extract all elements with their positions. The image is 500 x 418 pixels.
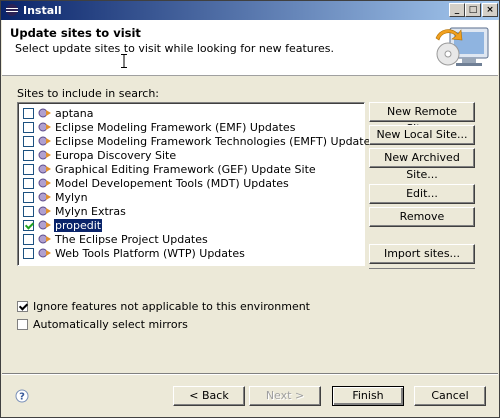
update-site-icon — [38, 248, 51, 258]
cancel-button[interactable]: Cancel — [414, 386, 486, 406]
list-item[interactable]: Eclipse Modeling Framework (EMF) Updates — [23, 120, 296, 134]
eclipse-icon — [6, 4, 18, 16]
import-sites-shadow — [369, 268, 475, 269]
install-dialog: Install _ □ × Update sites to visit Sele… — [0, 0, 500, 418]
site-checkbox[interactable] — [23, 163, 34, 175]
minimize-button[interactable]: _ — [449, 3, 465, 17]
import-sites-button[interactable]: Import sites... — [369, 244, 475, 264]
update-site-icon — [38, 192, 51, 202]
back-button[interactable]: < Back — [173, 386, 245, 406]
site-label: The Eclipse Project Updates — [55, 232, 208, 246]
update-site-icon — [38, 150, 51, 160]
ignore-features-label: Ignore features not applicable to this e… — [33, 300, 310, 313]
window-title: Install — [23, 4, 62, 17]
site-checkbox[interactable] — [23, 121, 34, 133]
update-site-icon — [38, 122, 51, 132]
list-item[interactable]: Model Developement Tools (MDT) Updates — [23, 176, 290, 190]
site-checkbox[interactable] — [23, 177, 34, 189]
site-label: Europa Discovery Site — [55, 148, 177, 162]
header-title: Update sites to visit — [10, 26, 141, 40]
new-remote-site-button[interactable]: New Remote Site... — [369, 102, 475, 135]
site-checkbox[interactable] — [23, 205, 34, 217]
list-item[interactable]: Web Tools Platform (WTP) Updates — [23, 246, 246, 260]
site-checkbox[interactable] — [23, 233, 34, 245]
wizard-header: Update sites to visit Select update site… — [2, 20, 498, 76]
site-label: Web Tools Platform (WTP) Updates — [55, 246, 245, 260]
list-item[interactable]: Mylyn Extras — [23, 204, 127, 218]
header-description: Select update sites to visit while looki… — [15, 42, 335, 55]
site-checkbox[interactable] — [23, 219, 34, 231]
list-item[interactable]: aptana — [23, 106, 95, 120]
help-icon[interactable]: ? — [15, 389, 29, 403]
list-item[interactable]: propedit — [23, 217, 104, 233]
site-label: Mylyn — [55, 190, 88, 204]
site-label: Eclipse Modeling Framework (EMF) Updates — [55, 120, 296, 134]
update-site-icon — [38, 206, 51, 216]
ignore-features-option[interactable]: Ignore features not applicable to this e… — [17, 300, 310, 313]
site-checkbox[interactable] — [23, 107, 34, 119]
list-item[interactable]: Mylyn — [23, 190, 89, 204]
close-button[interactable]: × — [482, 3, 498, 17]
sites-label: Sites to include in search: — [17, 87, 160, 100]
remove-button[interactable]: Remove — [369, 207, 475, 227]
title-bar[interactable]: Install _ □ × — [1, 1, 499, 20]
list-item[interactable]: Eclipse Modeling Framework Technologies … — [23, 134, 377, 148]
ignore-features-checkbox[interactable] — [17, 301, 28, 312]
next-button[interactable]: Next > — [249, 386, 321, 406]
site-label: propedit — [52, 217, 104, 233]
update-site-icon — [38, 234, 51, 244]
site-label: Mylyn Extras — [55, 204, 126, 218]
site-label: Graphical Editing Framework (GEF) Update… — [55, 162, 316, 176]
svg-text:?: ? — [19, 392, 25, 403]
update-site-icon — [38, 178, 51, 188]
list-item[interactable]: Europa Discovery Site — [23, 148, 177, 162]
list-item[interactable]: Graphical Editing Framework (GEF) Update… — [23, 162, 317, 176]
site-checkbox[interactable] — [23, 191, 34, 203]
install-banner-icon — [435, 27, 489, 66]
site-label: aptana — [55, 106, 94, 120]
site-checkbox[interactable] — [23, 149, 34, 161]
text-cursor-icon — [121, 54, 127, 68]
update-site-icon — [38, 136, 51, 146]
auto-mirrors-label: Automatically select mirrors — [33, 318, 188, 331]
update-site-icon — [38, 220, 51, 230]
site-checkbox[interactable] — [23, 135, 34, 147]
maximize-button[interactable]: □ — [465, 3, 481, 17]
sites-list[interactable]: aptana Eclipse Modeling Framework (EMF) … — [17, 102, 376, 266]
site-label: Model Developement Tools (MDT) Updates — [55, 176, 289, 190]
new-local-site-button[interactable]: New Local Site... — [369, 125, 475, 145]
new-archived-site-button[interactable]: New Archived Site... — [369, 148, 475, 181]
edit-button[interactable]: Edit... — [369, 184, 475, 204]
auto-mirrors-option[interactable]: Automatically select mirrors — [17, 318, 188, 331]
site-checkbox[interactable] — [23, 247, 34, 259]
list-item[interactable]: The Eclipse Project Updates — [23, 232, 209, 246]
update-site-icon — [38, 164, 51, 174]
update-site-icon — [38, 108, 51, 118]
finish-button[interactable]: Finish — [332, 386, 404, 406]
site-label: Eclipse Modeling Framework Technologies … — [55, 134, 377, 148]
auto-mirrors-checkbox[interactable] — [17, 319, 28, 330]
footer-separator — [2, 373, 498, 375]
